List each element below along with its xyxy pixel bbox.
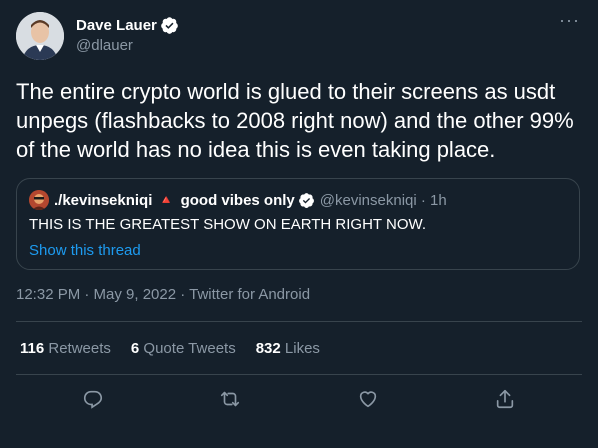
tweet-text: The entire crypto world is glued to thei… xyxy=(16,79,574,162)
quoted-author-handle-time: @kevinsekniqi · 1h xyxy=(319,191,447,209)
quoted-author-avatar xyxy=(29,190,49,210)
author-name-row: Dave Lauer xyxy=(76,15,179,35)
verified-badge-icon xyxy=(160,16,179,35)
retweets-label: Retweets xyxy=(48,339,111,357)
quoted-tweet-header: ./kevinsekniqi 🔺 good vibes only @kevins… xyxy=(29,190,567,210)
retweet-icon[interactable] xyxy=(219,388,241,410)
likes-count: 832 xyxy=(255,339,281,357)
red-triangle-icon: 🔺 xyxy=(158,192,175,207)
quoted-verified-badge-icon xyxy=(298,192,315,209)
tweet-timestamp[interactable]: 12:32 PM · May 9, 2022 · Twitter for And… xyxy=(16,286,582,306)
author-display-name[interactable]: Dave Lauer xyxy=(76,17,157,34)
likes-label: Likes xyxy=(284,339,320,357)
retweets-stat[interactable]: 116 Retweets xyxy=(20,340,111,357)
author-info: Dave Lauer @dlauer xyxy=(76,12,179,54)
more-options-icon[interactable]: ··· xyxy=(559,11,580,29)
quoted-tweet-text: THIS IS THE GREATEST SHOW ON EARTH RIGHT… xyxy=(29,216,426,233)
likes-stat[interactable]: 832 Likes xyxy=(256,340,320,357)
author-handle[interactable]: @dlauer xyxy=(76,37,179,54)
quote-tweets-label: Quote Tweets xyxy=(143,339,236,357)
tweet-header: Dave Lauer @dlauer xyxy=(16,12,582,64)
show-thread-link[interactable]: Show this thread xyxy=(29,242,567,259)
quote-tweets-stat[interactable]: 6 Quote Tweets xyxy=(131,340,236,357)
like-icon[interactable] xyxy=(357,388,379,410)
tweet-card: Dave Lauer @dlauer ··· The entire crypto… xyxy=(0,0,598,448)
quoted-tweet[interactable]: ./kevinsekniqi 🔺 good vibes only @kevins… xyxy=(16,178,580,270)
reply-icon[interactable] xyxy=(82,388,104,410)
quote-tweets-count: 6 xyxy=(130,339,140,357)
tweet-actions xyxy=(16,375,582,423)
tweet-stats: 116 Retweets 6 Quote Tweets 832 Likes xyxy=(16,322,582,374)
quoted-author-name: ./kevinsekniqi xyxy=(54,191,153,209)
quoted-author-name-suffix: good vibes only xyxy=(180,191,295,209)
retweets-count: 116 xyxy=(20,339,45,357)
author-avatar[interactable] xyxy=(16,12,64,60)
share-icon[interactable] xyxy=(494,388,516,410)
